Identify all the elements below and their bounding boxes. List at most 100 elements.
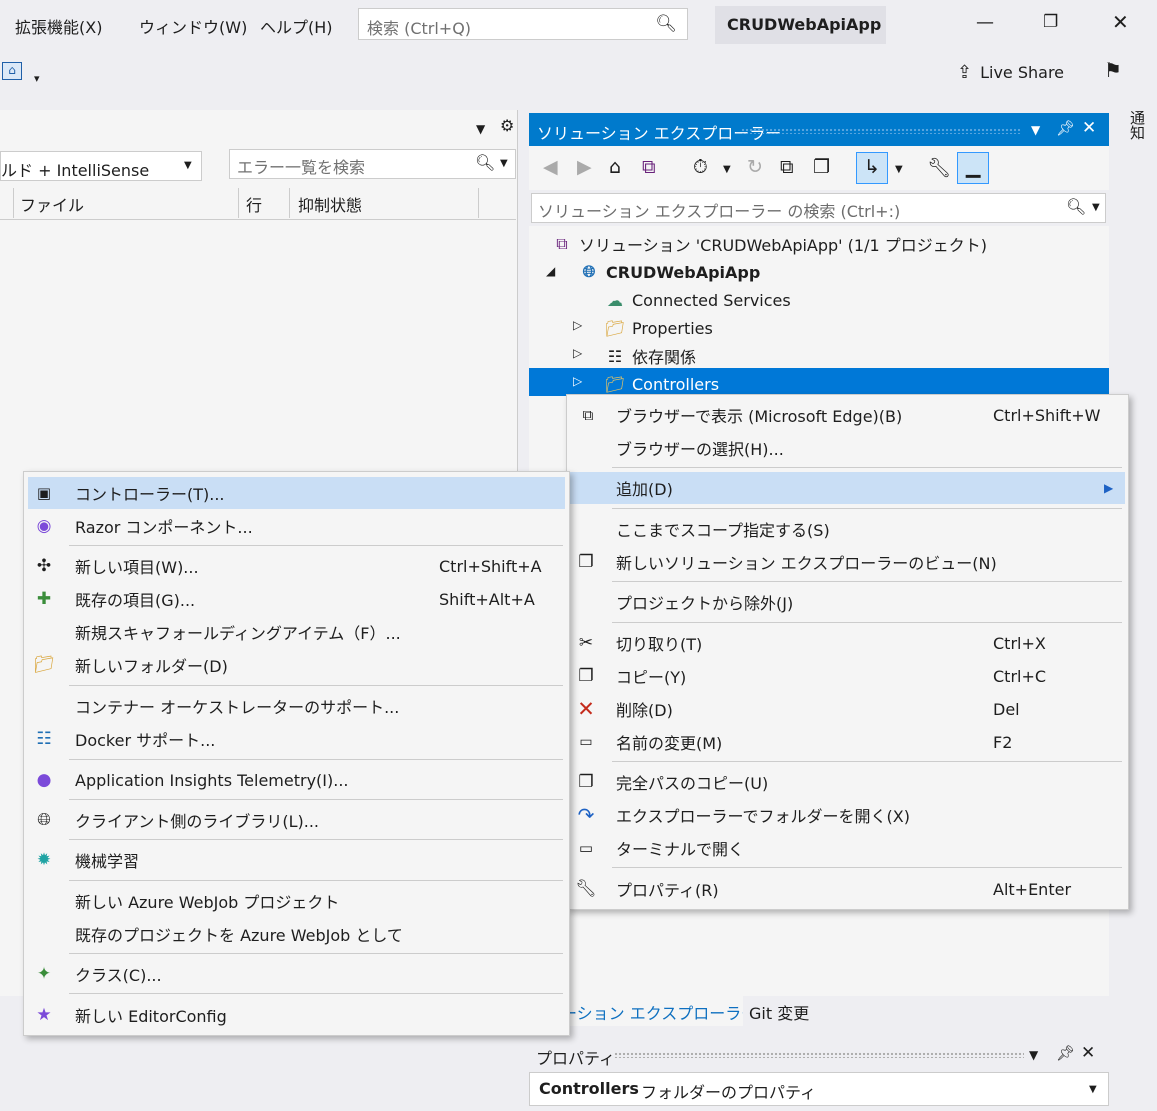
copy-path-icon: ❐	[578, 772, 594, 792]
menu-item-label: コントローラー(T)...	[75, 485, 225, 504]
notifications-tab[interactable]: 通知	[1118, 110, 1146, 160]
collapsed-icon[interactable]: ▷	[573, 318, 582, 332]
submenu-item-editorconfig[interactable]: ★ 新しい EditorConfig	[23, 999, 570, 1031]
menu-item-delete[interactable]: ✕ 削除(D) Del	[566, 693, 1129, 725]
live-share-button[interactable]: ⇪ Live Share	[957, 62, 1064, 83]
menu-item-add[interactable]: 追加(D) ▶	[570, 472, 1125, 504]
menu-item-rename[interactable]: ▭ 名前の変更(M) F2	[566, 726, 1129, 758]
tree-item-project[interactable]: 🌐︎ CRUDWebApiApp	[578, 258, 761, 286]
menu-item-scope-to-this[interactable]: ここまでスコープ指定する(S)	[566, 513, 1129, 545]
chevron-down-icon[interactable]: ▼	[723, 164, 731, 175]
build-filter-value: ルド + IntelliSense	[1, 161, 150, 180]
menu-item-label: ターミナルで開く	[616, 840, 745, 859]
sync-with-active-icon[interactable]: ↳	[856, 152, 888, 184]
solution-explorer-search-input[interactable]: ソリューション エクスプローラー の検索 (Ctrl+:) 🔍︎ ▼	[531, 193, 1106, 223]
menu-extensions[interactable]: 拡張機能(X)	[15, 14, 102, 38]
feedback-icon[interactable]: ⚑	[1104, 58, 1122, 82]
sync-icon[interactable]: ↻	[747, 156, 763, 178]
home-icon[interactable]: ⌂	[2, 62, 22, 80]
new-item-icon: ✣	[36, 556, 52, 576]
menu-item-label: Razor コンポーネント...	[75, 518, 253, 537]
show-all-files-icon[interactable]: ❐	[813, 156, 830, 178]
submenu-item-client-library[interactable]: 🌐︎ クライアント側のライブラリ(L)...	[23, 804, 570, 836]
minimize-button[interactable]: —	[976, 12, 994, 33]
dropdown-icon[interactable]: ▼	[1031, 123, 1040, 137]
column-file[interactable]: ファイル	[20, 192, 84, 218]
menu-item-properties[interactable]: 🔧︎ プロパティ(R) Alt+Enter	[566, 873, 1129, 905]
submenu-item-existing-webjob[interactable]: 既存のプロジェクトを Azure WebJob として	[23, 918, 570, 950]
home-icon[interactable]: ⌂	[609, 156, 621, 178]
chevron-down-icon: ▼	[1089, 1084, 1097, 1095]
dropdown-icon[interactable]: ▼	[1029, 1048, 1038, 1062]
properties-object-select[interactable]: Controllers フォルダーのプロパティ ▼	[529, 1072, 1109, 1106]
submenu-item-app-insights[interactable]: ● Application Insights Telemetry(I)...	[23, 764, 570, 796]
collapsed-icon[interactable]: ▷	[573, 374, 582, 388]
copy-icon: ❐	[578, 666, 594, 686]
close-icon[interactable]: ✕	[1082, 118, 1096, 138]
submenu-item-new-folder[interactable]: 📁︎ 新しいフォルダー(D)	[23, 649, 570, 681]
solution-explorer-search-placeholder: ソリューション エクスプローラー の検索 (Ctrl+:)	[538, 202, 901, 221]
menu-window[interactable]: ウィンドウ(W)	[139, 14, 247, 38]
tree-item-label: CRUDWebApiApp	[606, 262, 761, 282]
restore-button[interactable]: ❐	[1043, 12, 1058, 32]
error-search-input[interactable]: エラー一覧を検索 🔍︎ ▼	[229, 149, 516, 179]
properties-object-desc: フォルダーのプロパティ	[641, 1083, 817, 1102]
preview-icon[interactable]: ▁	[957, 152, 989, 184]
browser-icon: ⧉	[582, 406, 594, 424]
menu-help[interactable]: ヘルプ(H)	[260, 14, 333, 38]
chevron-down-icon[interactable]: ▼	[895, 164, 903, 175]
forward-icon[interactable]: ▶	[577, 156, 592, 178]
pin-icon[interactable]: 📌︎	[1056, 1044, 1075, 1062]
submenu-item-machine-learning[interactable]: ✹ 機械学習	[23, 844, 570, 876]
tree-item-dependencies[interactable]: ☷ 依存関係	[604, 342, 696, 370]
build-filter-select[interactable]: ルド + IntelliSense ▼	[0, 151, 202, 181]
razor-icon: ◉	[36, 516, 52, 536]
menu-item-copy[interactable]: ❐ コピー(Y) Ctrl+C	[566, 660, 1129, 692]
submenu-item-razor[interactable]: ◉ Razor コンポーネント...	[23, 510, 570, 542]
menu-item-open-terminal[interactable]: ▭ ターミナルで開く	[566, 832, 1129, 864]
folder-wrench-icon: 📁︎	[604, 318, 626, 338]
tab-git-changes[interactable]: Git 変更	[749, 1000, 809, 1024]
rename-icon: ▭	[579, 734, 593, 750]
global-search-input[interactable]: 検索 (Ctrl+Q) 🔍︎	[358, 8, 688, 40]
properties-object-name: Controllers	[539, 1079, 639, 1098]
menu-item-view-in-browser[interactable]: ⧉ ブラウザーで表示 (Microsoft Edge)(B) Ctrl+Shif…	[566, 399, 1129, 431]
submenu-item-new-item[interactable]: ✣ 新しい項目(W)... Ctrl+Shift+A	[23, 550, 570, 582]
expanded-icon[interactable]: ◢	[546, 264, 555, 278]
menu-item-exclude[interactable]: プロジェクトから除外(J)	[566, 586, 1129, 618]
tree-item-connected-services[interactable]: ☁︎ Connected Services	[604, 286, 791, 314]
tree-item-properties[interactable]: 📁︎ Properties	[604, 314, 713, 342]
switch-views-icon[interactable]: ⧉	[642, 156, 656, 178]
menu-item-shortcut: F2	[993, 732, 1013, 752]
terminal-icon: ▭	[578, 839, 594, 857]
column-line[interactable]: 行	[246, 192, 262, 218]
submenu-item-docker[interactable]: ☷ Docker サポート...	[23, 723, 570, 755]
wrench-icon[interactable]: 🔧︎	[927, 156, 951, 179]
menu-item-cut[interactable]: ✂︎ 切り取り(T) Ctrl+X	[566, 627, 1129, 659]
menu-item-browse-with[interactable]: ブラウザーの選択(H)...	[566, 432, 1129, 464]
submenu-item-orchestrator[interactable]: コンテナー オーケストレーターのサポート...	[23, 690, 570, 722]
collapsed-icon[interactable]: ▷	[573, 346, 582, 360]
submenu-item-class[interactable]: ✦ クラス(C)...	[23, 958, 570, 990]
close-icon[interactable]: ✕	[1081, 1043, 1095, 1063]
menu-item-new-se-view[interactable]: ❐ 新しいソリューション エクスプローラーのビュー(N)	[566, 546, 1129, 578]
pending-changes-icon[interactable]: ⏱︎	[693, 156, 708, 178]
tree-item-solution[interactable]: ⧉ ソリューション 'CRUDWebApiApp' (1/1 プロジェクト)	[551, 230, 987, 258]
solution-explorer-toolbar: ◀ ▶ ⌂ ⧉ ⏱︎ ▼ ↻ ⧉ ❐ ↳ ▼ 🔧︎ ▁	[529, 146, 1109, 190]
back-icon[interactable]: ◀	[543, 156, 558, 178]
submenu-item-controller[interactable]: ▣ コントローラー(T)...	[28, 477, 565, 509]
wrench-icon: 🔧︎	[575, 879, 597, 899]
pin-icon[interactable]: 📌︎	[1056, 119, 1075, 137]
column-suppression[interactable]: 抑制状態	[298, 192, 362, 218]
menu-item-open-in-explorer[interactable]: ↷ エクスプローラーでフォルダーを開く(X)	[566, 799, 1129, 831]
close-window-button[interactable]: ✕	[1112, 10, 1129, 34]
menu-item-copy-full-path[interactable]: ❐ 完全パスのコピー(U)	[566, 766, 1129, 798]
submenu-item-scaffold[interactable]: 新規スキャフォールディングアイテム（F）...	[23, 616, 570, 648]
panel-settings-icon[interactable]: ⚙	[500, 116, 514, 135]
toolbar-overflow-icon[interactable]: ▾	[34, 72, 40, 85]
submenu-item-existing-item[interactable]: ✚ 既存の項目(G)... Shift+Alt+A	[23, 583, 570, 615]
controller-icon: ▣	[36, 484, 52, 502]
panel-dropdown-icon[interactable]: ▼	[476, 122, 485, 136]
collapse-all-icon[interactable]: ⧉	[780, 156, 794, 178]
submenu-item-new-webjob[interactable]: 新しい Azure WebJob プロジェクト	[23, 885, 570, 917]
